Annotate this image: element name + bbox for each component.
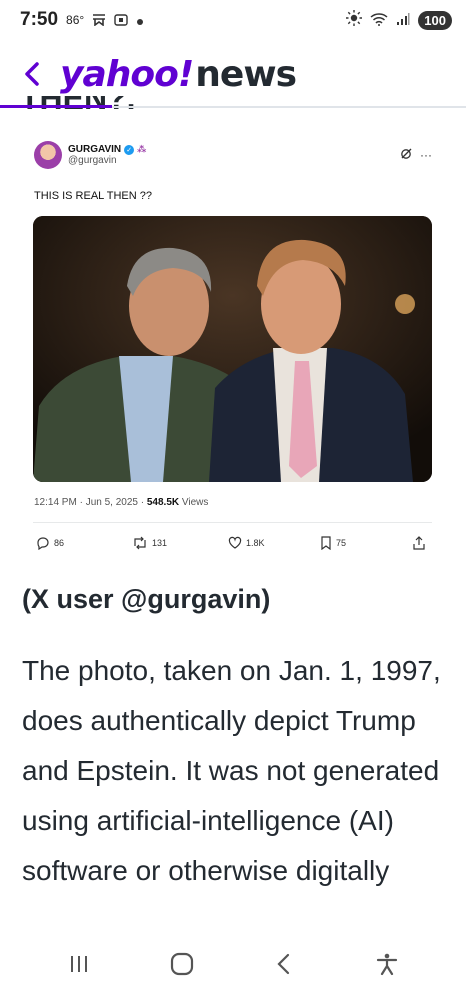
yahoo-news-logo[interactable]: yahoo! news — [60, 53, 297, 95]
logo-news: news — [195, 53, 297, 95]
reply-stat: 86 — [36, 536, 132, 550]
bookmark-icon — [321, 536, 331, 550]
bookmark-stat: 75 — [320, 536, 412, 550]
embedded-tweet: GURGAVIN ✓ ⁂ @gurgavin ··· THIS IS REAL … — [22, 134, 446, 551]
tweet-divider — [33, 522, 432, 523]
home-icon — [170, 952, 193, 976]
image-caption: (X user @gurgavin) — [22, 584, 271, 614]
repost-stat: 131 — [132, 536, 228, 550]
battery-indicator: 100 — [418, 10, 452, 30]
tweet-text: THIS IS REAL THEN ?? — [34, 190, 152, 202]
system-back-button[interactable] — [264, 944, 304, 984]
back-button[interactable] — [22, 54, 52, 94]
article-body: The photo, taken on Jan. 1, 1997, does a… — [22, 655, 441, 886]
signal-icon — [396, 10, 410, 31]
share-stat — [412, 536, 426, 550]
repost-icon — [134, 536, 146, 550]
status-bar: 7:50 86° 100 — [0, 0, 466, 40]
accessibility-button[interactable] — [367, 944, 407, 984]
header-accent-line — [0, 105, 112, 108]
logo-yahoo: yahoo! — [60, 53, 194, 95]
grok-icon — [400, 148, 412, 163]
tweet-author-handle: @gurgavin — [68, 155, 117, 166]
more-options-icon: ··· — [420, 148, 432, 162]
views-count: 548.5K — [146, 497, 180, 508]
tweet-author-name: GURGAVIN ✓ ⁂ — [68, 144, 147, 155]
brightness-icon — [346, 9, 363, 31]
verified-badge-icon: ✓ — [124, 144, 135, 155]
back-arrow-icon — [277, 953, 290, 975]
tweet-meta: 12:14 PM · Jun 5, 2025 · 548.5K Views — [34, 497, 209, 508]
notification-dot-icon — [136, 10, 144, 31]
cut-off-heading: THEN?. — [20, 96, 136, 116]
home-button[interactable] — [162, 944, 202, 984]
accessibility-icon — [376, 953, 397, 976]
tweet-photo — [33, 216, 432, 482]
recent-apps-button[interactable] — [59, 944, 99, 984]
like-stat: 1.8K — [228, 536, 320, 550]
clock: 7:50 — [20, 9, 59, 30]
chevron-left-icon — [25, 62, 39, 86]
tweet-stats: 86 131 1.8K 75 — [22, 535, 446, 551]
wifi-icon — [370, 10, 388, 31]
share-icon — [413, 536, 425, 550]
recent-apps-icon — [71, 956, 88, 972]
system-nav-bar — [0, 928, 466, 1000]
bookmark-flag-icon — [92, 10, 106, 31]
heart-icon — [228, 536, 242, 549]
avatar — [34, 141, 62, 169]
screenshot-icon — [114, 10, 128, 31]
reply-icon — [37, 537, 49, 550]
temperature: 86° — [66, 13, 85, 27]
people-icon: ⁂ — [137, 144, 147, 154]
